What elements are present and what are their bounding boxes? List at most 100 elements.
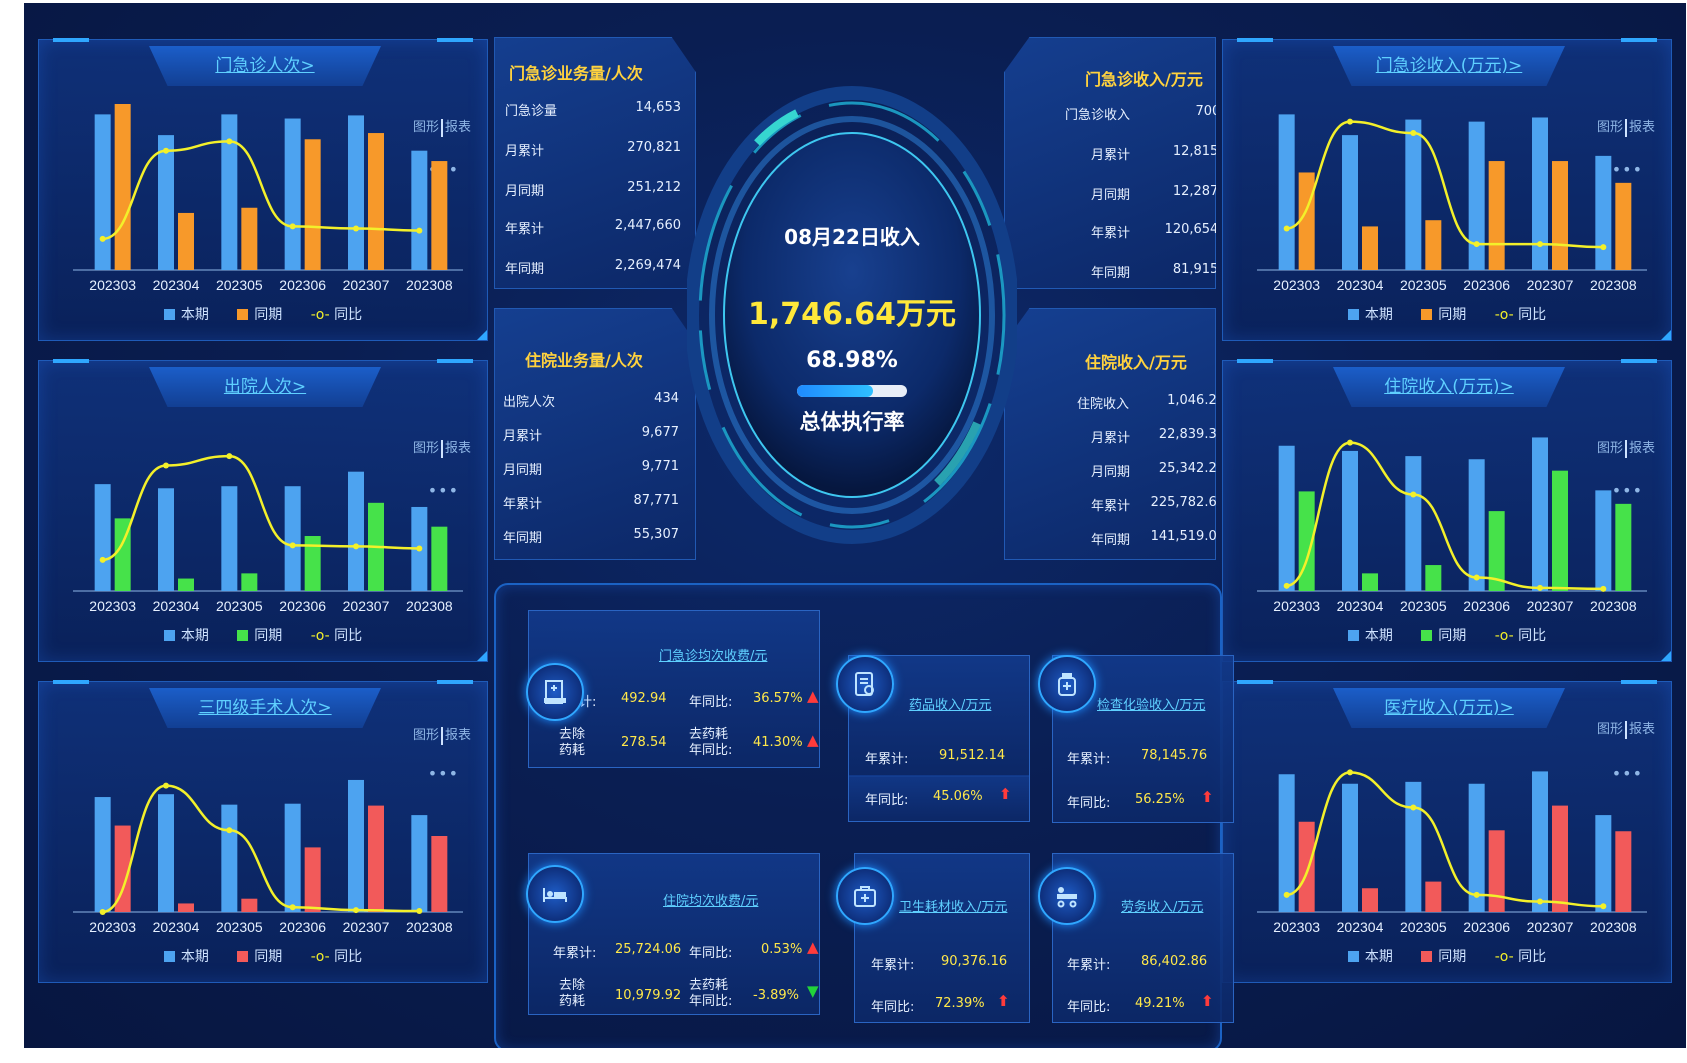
- yoy-point: [416, 908, 423, 915]
- execution-rate: 68.98%: [806, 348, 898, 373]
- card-title-link[interactable]: 检查化验收入/万元: [1097, 694, 1205, 713]
- yoy-point: [1473, 241, 1480, 248]
- bar-current: [1595, 155, 1612, 270]
- chart-legend: 本期 同期 -o- 同比: [1223, 946, 1671, 966]
- bar-previous: [178, 578, 194, 591]
- card-title-link[interactable]: 卫生耗材收入/万元: [899, 896, 1007, 915]
- card-title-link[interactable]: 劳务收入/万元: [1121, 896, 1203, 915]
- bar-current: [284, 803, 301, 912]
- yoy-point: [1600, 903, 1607, 910]
- bar-current: [1405, 781, 1422, 912]
- chart-panel-inpatient-income: 住院收入(万元)> 图形 报表 ••• 202303 202304 202305 202…: [1222, 359, 1672, 662]
- yoy-point: [1473, 574, 1480, 581]
- bar-line-chart: 202303 202304 202305 202306 202307 202308: [1257, 114, 1647, 293]
- yoy-point: [1537, 898, 1543, 905]
- bar-current: [158, 135, 174, 270]
- yoy-point: [1283, 891, 1290, 898]
- yoy-point: [1537, 241, 1543, 248]
- x-tick-label: 202308: [1590, 919, 1637, 935]
- x-tick-label: 202307: [1527, 598, 1574, 614]
- bar-previous: [304, 847, 321, 912]
- yoy-point: [99, 909, 106, 915]
- x-tick-label: 202308: [406, 919, 453, 935]
- bar-previous: [1425, 565, 1442, 591]
- bar-line-chart: 202303 202304 202305 202306 202307 202308: [73, 104, 463, 293]
- bar-previous: [1552, 805, 1568, 912]
- bar-current: [284, 118, 301, 271]
- arrow-up-icon: ▲: [807, 687, 819, 705]
- bar-previous: [1425, 881, 1442, 912]
- bar-current: [94, 484, 111, 591]
- kpi-title: 住院业务量/人次: [525, 351, 643, 370]
- x-tick-label: 202305: [1400, 277, 1447, 293]
- bar-current: [1405, 119, 1422, 270]
- bed-icon: [526, 865, 584, 923]
- x-tick-label: 202306: [279, 598, 326, 614]
- x-tick-label: 202303: [89, 277, 136, 293]
- yoy-point: [353, 225, 359, 232]
- yoy-point: [1410, 804, 1417, 811]
- arrow-up-icon: ⬆: [1201, 992, 1214, 1010]
- bar-current: [348, 471, 364, 591]
- bar-current: [348, 779, 364, 912]
- bar-current: [1468, 121, 1485, 270]
- date-income-label: 08月22日收入: [784, 225, 920, 249]
- bar-current: [1278, 445, 1295, 591]
- yoy-point: [353, 907, 359, 914]
- bar-current: [1278, 774, 1295, 912]
- x-tick-label: 202305: [1400, 919, 1447, 935]
- yoy-point: [163, 462, 169, 469]
- bar-current: [94, 797, 111, 912]
- x-tick-label: 202305: [216, 598, 263, 614]
- chart-legend: 本期 同期 -o- 同比: [39, 625, 487, 645]
- x-tick-label: 202303: [89, 919, 136, 935]
- bar-line-chart: 202303 202304 202305 202306 202307 202308: [73, 453, 463, 614]
- card-drug-income-yoy: 年同比: 45.06% ⬆: [848, 775, 1030, 822]
- x-tick-label: 202303: [1273, 598, 1320, 614]
- x-tick-label: 202304: [1337, 598, 1384, 614]
- bar-previous: [1298, 821, 1315, 912]
- bar-line-chart: 202303 202304 202305 202306 202307 202308: [1257, 437, 1647, 614]
- execution-progress-bar: [797, 385, 907, 397]
- yoy-point: [1410, 130, 1417, 137]
- bar-previous: [241, 898, 258, 912]
- yoy-point: [289, 223, 296, 230]
- x-tick-label: 202306: [1463, 277, 1510, 293]
- kpi-outpatient-volume: 门急诊业务量/人次 门急诊量 14,653 月累计 270,821 月同期 251,2…: [494, 37, 696, 289]
- x-tick-label: 202304: [153, 919, 200, 935]
- bar-previous: [1615, 182, 1632, 270]
- bar-previous: [241, 207, 258, 270]
- bar-previous: [1615, 831, 1632, 912]
- bar-previous: [431, 526, 448, 591]
- income-center-gauge: 08月22日收入 1,746.64万元 68.98% 总体执行率: [687, 83, 1017, 548]
- bar-current: [1595, 815, 1612, 912]
- bar-current: [411, 815, 428, 912]
- bar-previous: [1488, 830, 1505, 912]
- kpi-inpatient-volume: 住院业务量/人次 出院人次 434 月累计 9,677 月同期 9,771 年累计 87…: [494, 308, 696, 560]
- yoy-point: [1600, 585, 1607, 592]
- card-title-link[interactable]: 门急诊均次收费/元: [659, 645, 767, 664]
- progress-fill: [797, 385, 873, 397]
- income-amount: 1,746.64万元: [747, 297, 957, 332]
- bar-line-chart: 202303 202304 202305 202306 202307 202308: [1257, 769, 1647, 935]
- bar-previous: [1488, 161, 1505, 270]
- chart-legend: 本期 同期 -o- 同比: [1223, 304, 1671, 324]
- x-tick-label: 202306: [279, 919, 326, 935]
- bar-previous: [304, 139, 321, 270]
- chart-panel-outpatient-income: 门急诊收入(万元)> 图形 报表 ••• 202303 202304 202305 20…: [1222, 38, 1672, 341]
- bar-previous: [1552, 470, 1568, 591]
- card-title-link[interactable]: 药品收入/万元: [909, 694, 991, 713]
- card-title-link[interactable]: 住院均次收费/元: [663, 890, 758, 909]
- yoy-point: [1537, 584, 1543, 591]
- bar-line-chart: 202303 202304 202305 202306 202307 202308: [73, 779, 463, 935]
- x-tick-label: 202305: [216, 277, 263, 293]
- yoy-point: [416, 545, 423, 552]
- bar-current: [94, 114, 111, 270]
- bar-current: [221, 114, 238, 270]
- yoy-point: [1347, 439, 1353, 446]
- bar-previous: [1362, 573, 1378, 591]
- bar-current: [1342, 135, 1358, 270]
- yoy-point: [163, 147, 169, 154]
- x-tick-label: 202307: [343, 598, 390, 614]
- bar-current: [284, 486, 301, 591]
